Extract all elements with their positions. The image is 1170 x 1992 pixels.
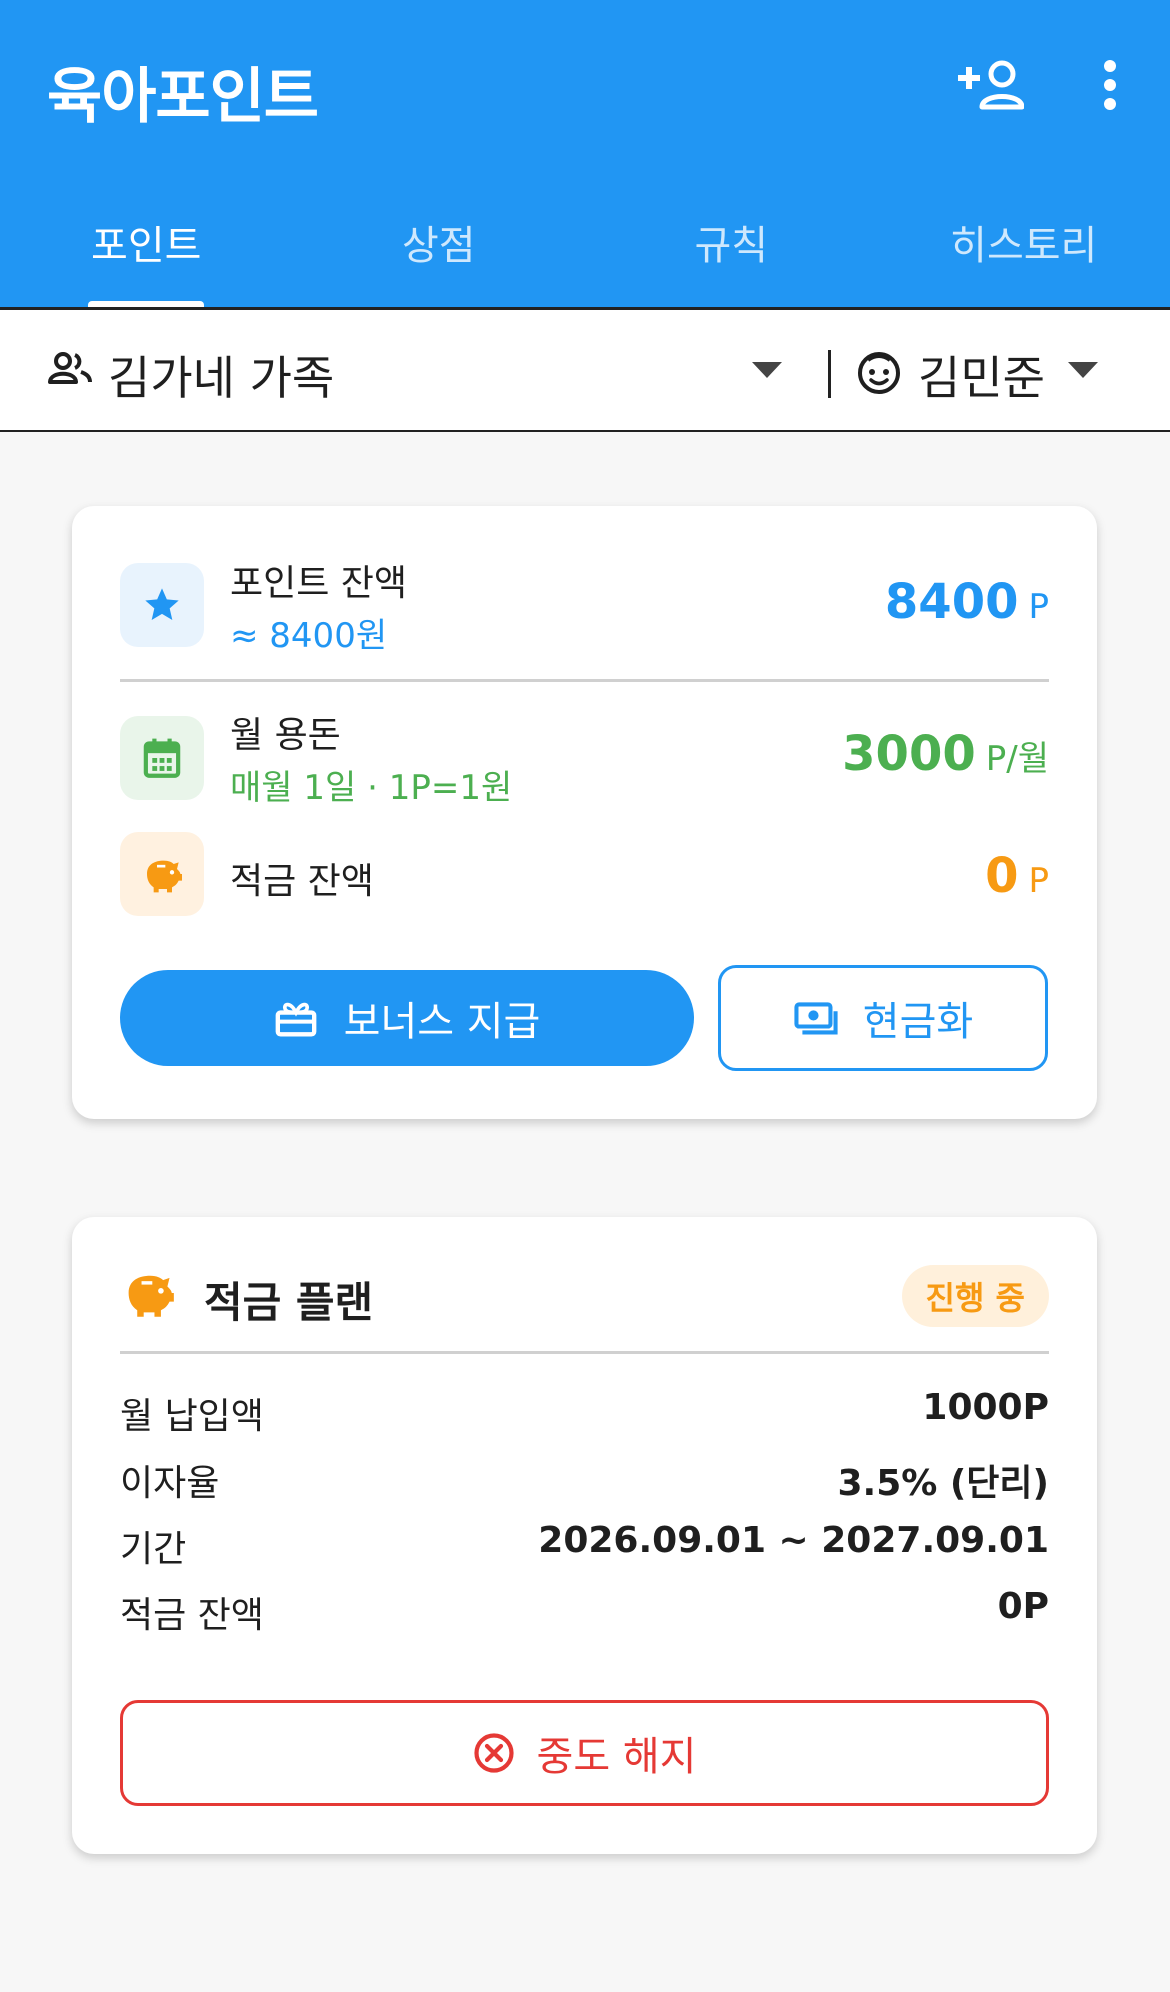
cash-out-button[interactable]: 현금화 (718, 965, 1048, 1071)
plan-row-label: 이자율 (120, 1463, 220, 1504)
piggy-bank-icon (147, 860, 182, 893)
child-face-icon (858, 352, 900, 394)
tab-bar: 포인트 상점 규칙 히스토리 (0, 195, 1170, 309)
allowance-label: 월 용돈 (230, 715, 341, 756)
tab-shop[interactable]: 상점 (293, 195, 586, 309)
plan-row-label: 기간 (120, 1529, 187, 1570)
allowance-icon-tile (120, 716, 204, 800)
points-icon-tile (120, 563, 204, 647)
plan-row-label: 월 납입액 (120, 1396, 264, 1437)
chevron-down-icon[interactable] (1068, 362, 1098, 380)
star-icon (145, 588, 179, 620)
plan-row-value: 1000P (922, 1387, 1049, 1428)
cash-out-label: 현금화 (862, 999, 974, 1045)
chevron-down-icon[interactable] (752, 362, 782, 380)
plan-row-savings-balance: 적금 잔액 0P (120, 1586, 1049, 1646)
money-icon (794, 1002, 838, 1035)
savings-plan-title: 적금 플랜 (204, 1278, 374, 1327)
plan-row-value: 0P (997, 1586, 1049, 1627)
selector-divider (828, 350, 831, 398)
plan-row-period: 기간 2026.09.01 ~ 2027.09.01 (120, 1520, 1049, 1580)
points-won-equivalent: ≈ 8400원 (230, 616, 388, 656)
divider (120, 679, 1049, 682)
more-menu-button[interactable] (1080, 48, 1140, 122)
savings-balance-value: 0P (985, 848, 1049, 904)
early-termination-label: 중도 해지 (536, 1734, 697, 1780)
family-selector[interactable]: 김가네 가족 (108, 342, 334, 408)
piggy-bank-icon (128, 1275, 174, 1317)
plan-row-value: 3.5% (단리) (837, 1463, 1049, 1504)
points-balance-value: 8400 P (884, 574, 1049, 630)
allowance-schedule: 매월 1일 · 1P=1원 (230, 768, 513, 808)
plan-row-label: 적금 잔액 (120, 1595, 264, 1636)
tab-history[interactable]: 히스토리 (878, 195, 1170, 309)
gift-icon (275, 1002, 317, 1037)
status-badge: 진행 중 (901, 1265, 1049, 1327)
calendar-icon (143, 738, 181, 778)
bonus-payment-label: 보너스 지급 (343, 999, 541, 1045)
points-balance-label: 포인트 잔액 (230, 563, 408, 604)
tab-rules[interactable]: 규칙 (585, 195, 878, 309)
savings-icon-tile (120, 832, 204, 916)
savings-balance-label: 적금 잔액 (230, 861, 374, 902)
child-selector[interactable]: 김민준 (918, 342, 1045, 408)
tab-points[interactable]: 포인트 (0, 195, 293, 309)
allowance-value: 3000 P/월 (842, 726, 1049, 782)
family-icon (48, 352, 92, 384)
plan-row-value: 2026.09.01 ~ 2027.09.01 (538, 1520, 1049, 1561)
savings-plan-card: 적금 플랜 진행 중 월 납입액 1000P 이자율 3.5% (단리) 기간 … (72, 1217, 1097, 1854)
cancel-circle-icon (473, 1733, 514, 1773)
balance-card: 포인트 잔액 ≈ 8400원 8400 P 월 용돈 매월 1일 · 1P=1원 … (72, 506, 1097, 1119)
plan-row-monthly-deposit: 월 납입액 1000P (120, 1387, 1049, 1447)
add-user-icon (958, 60, 1024, 110)
plan-row-interest-rate: 이자율 3.5% (단리) (120, 1454, 1049, 1514)
selector-bar: 김가네 가족 김민준 (0, 310, 1170, 432)
app-bar: 육아포인트 포인트 상점 규칙 히스토리 (0, 0, 1170, 309)
more-vert-icon (1104, 60, 1116, 110)
bonus-payment-button[interactable]: 보너스 지급 (120, 970, 694, 1066)
early-termination-button[interactable]: 중도 해지 (120, 1700, 1049, 1806)
add-user-button[interactable] (950, 50, 1028, 120)
app-title: 육아포인트 (47, 62, 319, 132)
divider (120, 1351, 1049, 1354)
